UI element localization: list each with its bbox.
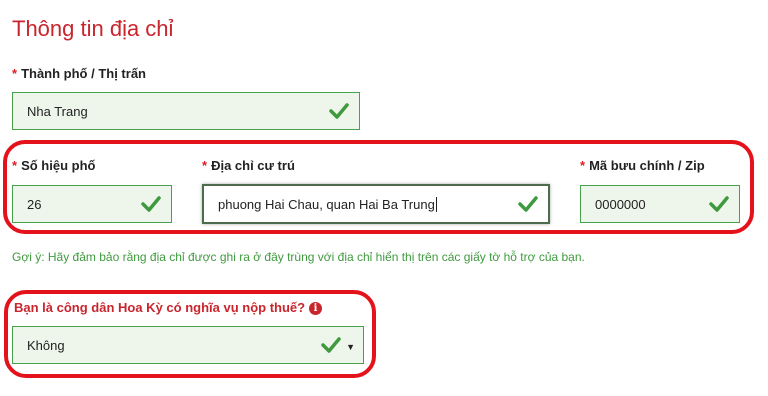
checkmark-icon — [141, 196, 161, 212]
required-mark: * — [12, 158, 18, 173]
address-value: phuong Hai Chau, quan Hai Ba Trung — [218, 196, 435, 212]
zip-input[interactable]: 0000000 — [580, 185, 740, 223]
street-number-label-text: Số hiệu phố — [21, 158, 96, 173]
address-hint: Gợi ý: Hãy đảm bảo rằng địa chỉ được ghi… — [12, 250, 585, 264]
city-label: * Thành phố / Thị trấn — [12, 66, 146, 81]
address-label: * Địa chỉ cư trú — [202, 158, 295, 173]
street-number-value: 26 — [27, 196, 42, 212]
city-label-text: Thành phố / Thị trấn — [21, 66, 146, 81]
us-tax-selected-value: Không — [27, 337, 65, 353]
zip-label: * Mã bưu chính / Zip — [580, 158, 705, 173]
zip-label-text: Mã bưu chính / Zip — [589, 158, 705, 173]
caret-down-icon[interactable]: ▼ — [346, 342, 355, 352]
city-input[interactable]: Nha Trang — [12, 92, 360, 130]
zip-value: 0000000 — [595, 196, 646, 212]
us-tax-select[interactable]: Không ▼ — [12, 326, 364, 364]
checkmark-icon — [518, 196, 538, 212]
address-input[interactable]: phuong Hai Chau, quan Hai Ba Trung — [202, 184, 550, 224]
us-tax-question-text: Bạn là công dân Hoa Kỳ có nghĩa vụ nộp t… — [14, 300, 306, 315]
required-mark: * — [202, 158, 208, 173]
street-number-input[interactable]: 26 — [12, 185, 172, 223]
required-mark: * — [580, 158, 586, 173]
street-number-label: * Số hiệu phố — [12, 158, 95, 173]
city-value: Nha Trang — [27, 103, 88, 119]
checkmark-icon — [329, 103, 349, 119]
text-cursor — [435, 196, 437, 212]
us-tax-question: Bạn là công dân Hoa Kỳ có nghĩa vụ nộp t… — [14, 300, 323, 316]
address-label-text: Địa chỉ cư trú — [211, 158, 295, 173]
checkmark-icon — [709, 196, 729, 212]
section-title: Thông tin địa chỉ — [12, 16, 174, 41]
checkmark-icon — [321, 337, 341, 353]
required-mark: * — [12, 66, 18, 81]
info-icon[interactable]: i — [309, 302, 323, 316]
